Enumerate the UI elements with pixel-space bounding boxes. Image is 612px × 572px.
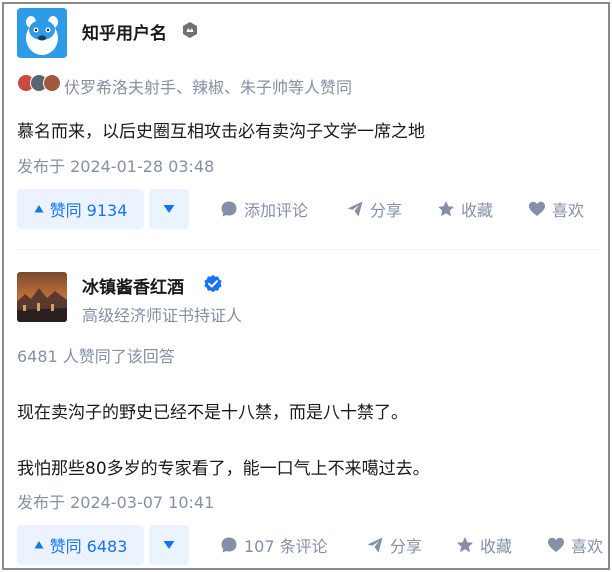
upvote-label: 赞同 6483 xyxy=(49,537,128,556)
author-headline: 高级经济师证书持证人 xyxy=(82,306,243,325)
star-icon xyxy=(457,537,473,553)
comment-label: 107 条评论 xyxy=(244,537,328,556)
author-avatar[interactable] xyxy=(17,8,67,58)
upvote-label: 赞同 9134 xyxy=(49,201,128,220)
author-name[interactable]: 知乎用户名 xyxy=(82,19,167,44)
verified-icon xyxy=(203,274,223,298)
downvote-triangle-icon xyxy=(163,205,175,213)
upvote-button[interactable]: 赞同 9134 xyxy=(17,189,144,229)
upvote-button[interactable]: 赞同 6483 xyxy=(17,525,144,565)
answer-paragraph: 现在卖沟子的野史已经不是十八禁，而是八十禁了。 xyxy=(17,403,408,423)
author-avatar[interactable] xyxy=(17,272,67,322)
favorite-label: 收藏 xyxy=(480,537,513,556)
like-button[interactable]: 喜欢 xyxy=(547,525,603,565)
favorite-button[interactable]: 收藏 xyxy=(437,189,493,229)
upvote-triangle-icon xyxy=(34,205,44,213)
comment-button[interactable]: 107 条评论 xyxy=(220,525,328,565)
comment-icon xyxy=(221,201,237,217)
liker-avatar xyxy=(43,74,61,92)
share-button[interactable]: 分享 xyxy=(346,189,402,229)
share-label: 分享 xyxy=(390,537,423,556)
star-icon xyxy=(438,201,454,217)
liker-summary[interactable]: 伏罗希洛夫射手、辣椒、朱子帅等人赞同 xyxy=(64,74,352,98)
downvote-triangle-icon xyxy=(163,541,175,549)
share-button[interactable]: 分享 xyxy=(366,525,422,565)
heart-icon xyxy=(529,201,545,216)
like-button[interactable]: 喜欢 xyxy=(528,189,584,229)
agree-count: 6481 人赞同了该回答 xyxy=(17,347,175,366)
comment-icon xyxy=(221,537,237,553)
heart-icon xyxy=(548,537,564,552)
favorite-button[interactable]: 收藏 xyxy=(456,525,512,565)
share-icon xyxy=(347,201,363,217)
share-label: 分享 xyxy=(370,201,403,220)
publish-date: 发布于 2024-01-28 03:48 xyxy=(17,157,215,176)
favorite-label: 收藏 xyxy=(461,201,494,220)
upvote-triangle-icon xyxy=(34,541,44,549)
downvote-button[interactable] xyxy=(149,525,189,565)
answer-content: 慕名而来，以后史圈互相攻击必有卖沟子文学一席之地 xyxy=(17,122,425,142)
share-icon xyxy=(367,537,383,553)
author-name[interactable]: 冰镇酱香红酒 xyxy=(82,273,184,298)
liker-avatars xyxy=(17,74,67,94)
like-label: 喜欢 xyxy=(552,201,585,220)
divider xyxy=(17,249,601,250)
answer-paragraph: 我怕那些80多岁的专家看了，能一口气上不来噶过去。 xyxy=(17,459,430,479)
like-label: 喜欢 xyxy=(571,537,604,556)
answer-feed: 知乎用户名 伏罗希洛夫射手、辣椒、朱子帅等人赞同 慕名而来，以后史圈互相攻击必有… xyxy=(2,2,610,570)
comment-label: 添加评论 xyxy=(244,201,309,220)
badge-icon xyxy=(181,21,199,43)
downvote-button[interactable] xyxy=(149,189,189,229)
comment-button[interactable]: 添加评论 xyxy=(220,189,308,229)
publish-date: 发布于 2024-03-07 10:41 xyxy=(17,493,215,512)
